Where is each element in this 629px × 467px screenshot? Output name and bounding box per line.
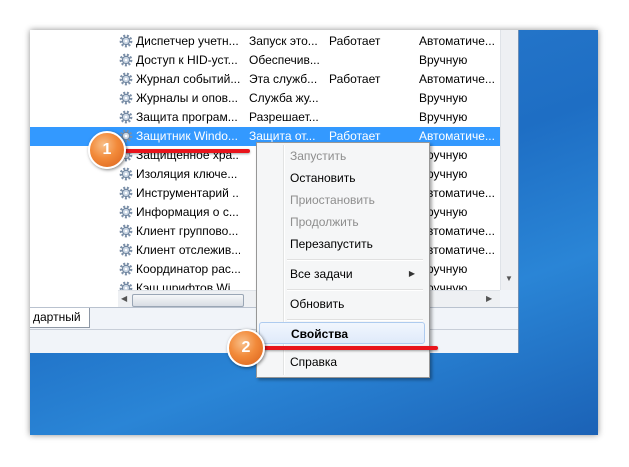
menu-item-pause[interactable]: Приостановить	[259, 189, 425, 211]
pointer-line-1	[110, 149, 250, 153]
service-startup-type: Автоматиче...	[419, 186, 495, 200]
service-startup-type: Вручную	[419, 148, 468, 162]
pointer-line-2	[246, 346, 438, 350]
service-description: Обеспечив...	[249, 53, 319, 67]
service-name: Журналы и опов...	[136, 91, 239, 105]
service-startup-type: Автоматиче...	[419, 243, 495, 257]
context-menu: Запустить Остановить Приостановить Продо…	[256, 142, 430, 378]
service-name: Защита програм...	[136, 110, 238, 124]
service-name: Клиент группово...	[136, 224, 239, 238]
menu-item-all-tasks-label: Все задачи	[290, 267, 353, 281]
gear-icon	[119, 262, 133, 276]
gear-icon	[119, 186, 133, 200]
service-name: Координатор рас...	[136, 262, 240, 276]
service-startup-type: Автоматиче...	[419, 129, 495, 143]
service-name: Информация о с...	[136, 205, 239, 219]
gear-icon	[119, 91, 133, 105]
gear-icon	[119, 53, 133, 67]
horizontal-scroll-thumb[interactable]	[132, 294, 244, 307]
service-startup-type: Автоматиче...	[419, 34, 495, 48]
service-row[interactable]: Журнал событий... Эта служб... Работает …	[30, 70, 500, 89]
menu-item-refresh[interactable]: Обновить	[259, 293, 425, 315]
service-name: Диспетчер учетн...	[136, 34, 239, 48]
service-row[interactable]: Доступ к HID-уст... Обеспечив... Вручную	[30, 51, 500, 70]
service-row[interactable]: Журналы и опов... Служба жу... Вручную	[30, 89, 500, 108]
service-name: Журнал событий...	[136, 72, 240, 86]
callout-badge-1: 1	[88, 131, 126, 169]
service-description: Разрешает...	[249, 110, 319, 124]
scroll-down-arrow-icon[interactable]: ▼	[505, 274, 513, 283]
service-row[interactable]: Диспетчер учетн... Запуск это... Работае…	[30, 32, 500, 51]
service-name: Защитник Windo...	[136, 129, 238, 143]
arrow-right-icon: ▶	[408, 269, 415, 278]
menu-item-resume[interactable]: Продолжить	[259, 211, 425, 233]
menu-separator	[287, 259, 423, 261]
service-startup-type: Автоматиче...	[419, 224, 495, 238]
service-name: Кэш шрифтов Wi...	[136, 281, 240, 290]
menu-item-help[interactable]: Справка	[259, 351, 425, 373]
service-description: Служба жу...	[249, 91, 319, 105]
menu-item-stop[interactable]: Остановить	[259, 167, 425, 189]
service-name: Изоляция ключе...	[136, 167, 238, 181]
service-status: Работает	[329, 34, 381, 48]
menu-item-start[interactable]: Запустить	[259, 145, 425, 167]
service-startup-type: Вручную	[419, 281, 468, 290]
gear-icon	[119, 167, 133, 181]
menu-item-restart[interactable]: Перезапустить	[259, 233, 425, 255]
gear-icon	[119, 281, 133, 290]
service-status: Работает	[329, 72, 381, 86]
callout-badge-2: 2	[227, 329, 265, 367]
scroll-left-arrow-icon[interactable]: ◀	[121, 294, 127, 303]
gear-icon	[119, 34, 133, 48]
service-description: Эта служб...	[249, 72, 318, 86]
gear-icon	[119, 72, 133, 86]
service-startup-type: Вручную	[419, 91, 468, 105]
gear-icon	[119, 243, 133, 257]
service-startup-type: Автоматиче...	[419, 72, 495, 86]
service-startup-type: Вручную	[419, 53, 468, 67]
vertical-scrollbar[interactable]: ▼	[500, 30, 518, 290]
menu-item-all-tasks[interactable]: Все задачи ▶	[259, 263, 425, 285]
gear-icon	[119, 224, 133, 238]
service-startup-type: Вручную	[419, 262, 468, 276]
screenshot-frame: Диспетчер учетн... Запуск это... Работае…	[30, 30, 598, 435]
gear-icon	[119, 205, 133, 219]
service-name: Доступ к HID-уст...	[136, 53, 238, 67]
service-description: Запуск это...	[249, 34, 318, 48]
service-startup-type: Вручную	[419, 167, 468, 181]
service-name: Клиент отслежив...	[136, 243, 240, 257]
menu-separator	[287, 289, 423, 291]
menu-separator	[287, 319, 423, 321]
menu-item-properties[interactable]: Свойства	[259, 322, 425, 344]
scroll-right-arrow-icon[interactable]: ▶	[486, 294, 492, 303]
service-startup-type: Вручную	[419, 110, 468, 124]
tab-standard[interactable]: дартный	[30, 308, 90, 328]
service-row[interactable]: Защита програм... Разрешает... Вручную	[30, 108, 500, 127]
service-name: Инструментарий ...	[136, 186, 240, 200]
service-startup-type: Вручную	[419, 205, 468, 219]
gear-icon	[119, 110, 133, 124]
